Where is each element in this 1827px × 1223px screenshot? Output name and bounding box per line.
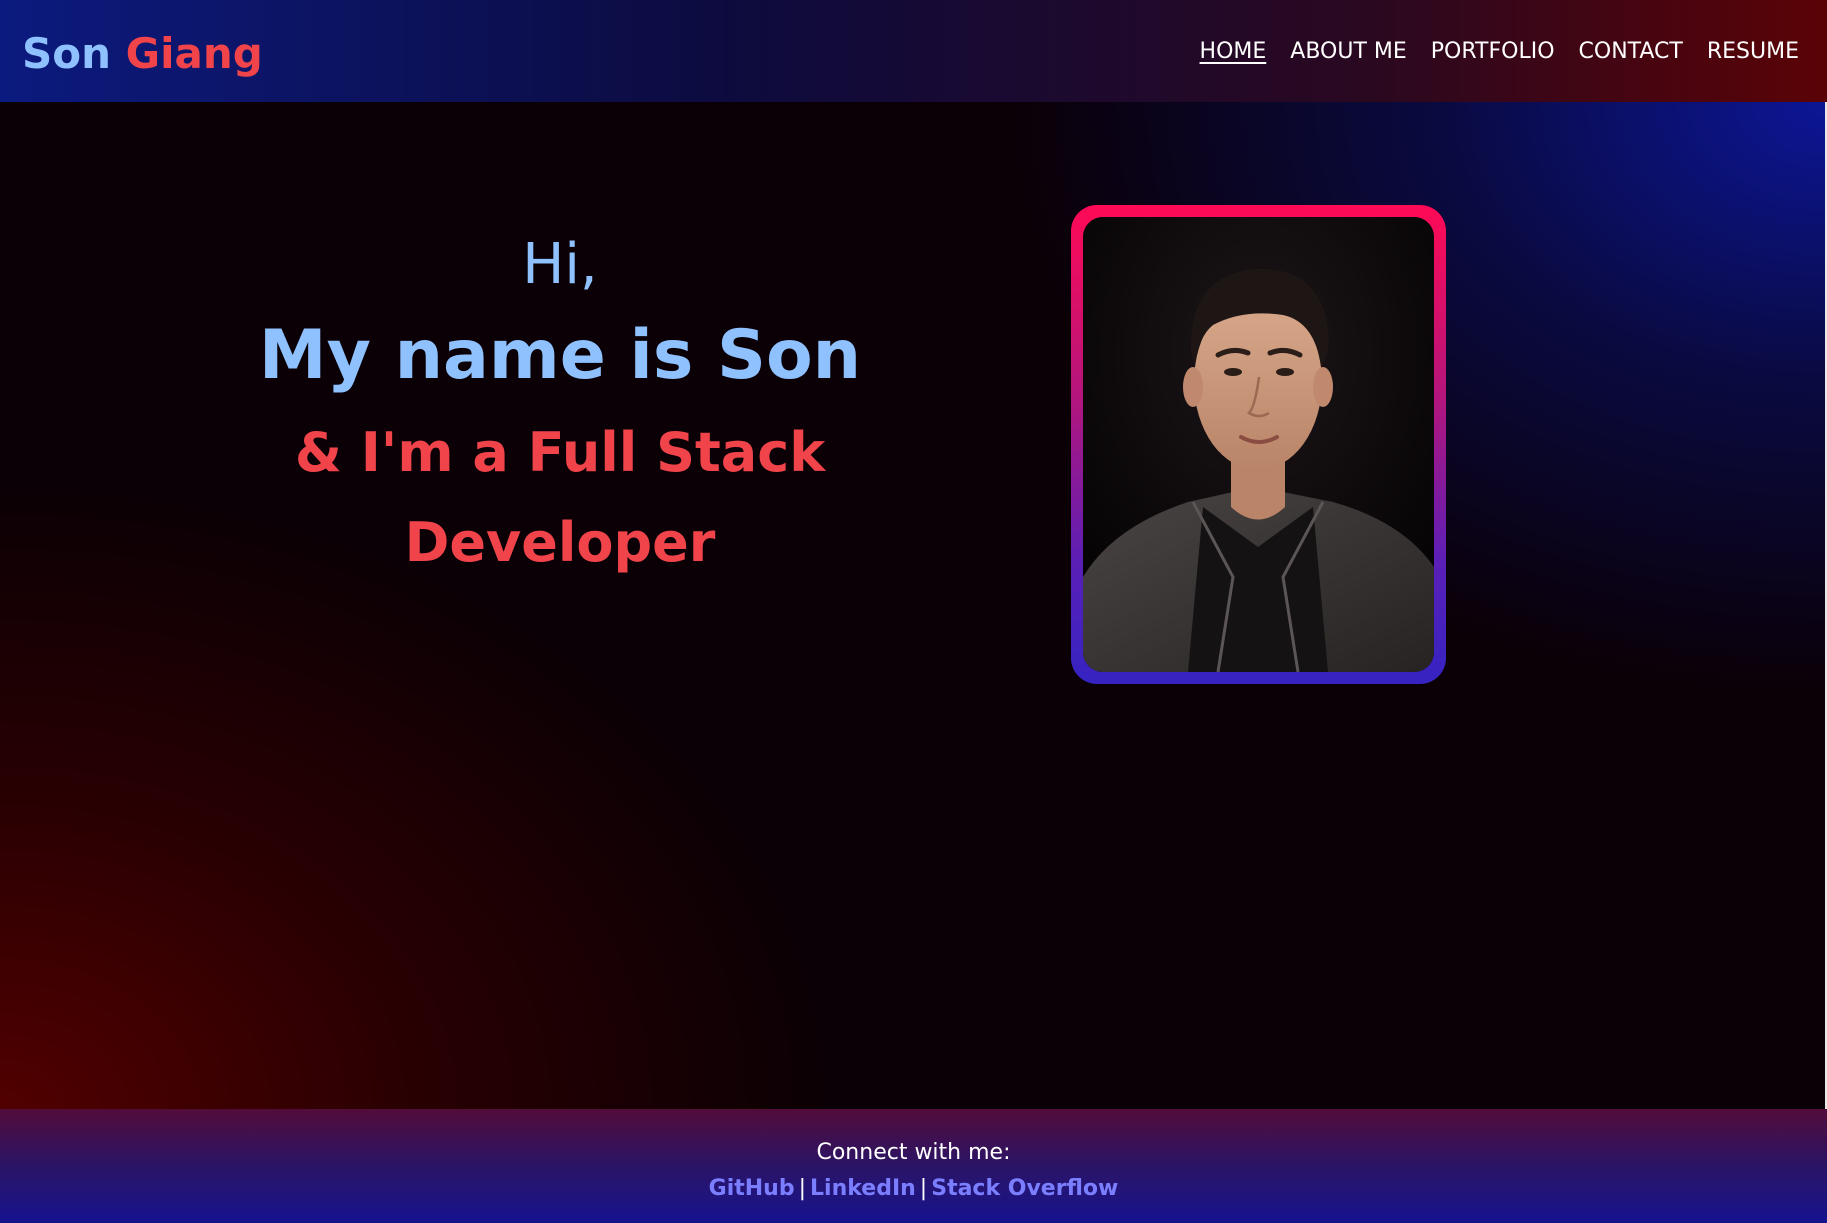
role-heading-line-2: Developer xyxy=(404,511,716,574)
name-heading: My name is Son xyxy=(258,316,862,395)
nav-about-link[interactable]: ABOUT ME xyxy=(1290,36,1407,68)
portrait-illustration xyxy=(1083,217,1434,672)
link-separator: | xyxy=(919,1176,928,1201)
brand-last-name: Giang xyxy=(125,29,263,78)
site-footer: Connect with me: GitHub | LinkedIn | Stack O… xyxy=(0,1109,1827,1223)
connect-label: Connect with me: xyxy=(816,1140,1011,1165)
top-navbar: Son Giang HOME ABOUT ME PORTFOLIO CONTAC… xyxy=(0,0,1827,102)
role-heading-line-1: & I'm a Full Stack xyxy=(294,421,826,484)
github-link[interactable]: GitHub xyxy=(709,1176,795,1201)
nav-contact-link[interactable]: CONTACT xyxy=(1579,36,1683,68)
linkedin-link[interactable]: LinkedIn xyxy=(810,1176,916,1201)
profile-photo xyxy=(1083,217,1434,672)
intro-text: Hi, My name is Son & I'm a Full Stack De… xyxy=(230,232,890,588)
nav-resume-link[interactable]: RESUME xyxy=(1707,36,1799,68)
link-separator: | xyxy=(798,1176,807,1201)
greeting-text: Hi, xyxy=(522,232,598,297)
hero-section: Hi, My name is Son & I'm a Full Stack De… xyxy=(0,102,1827,1109)
profile-photo-frame xyxy=(1071,205,1446,684)
brand-first-name: Son xyxy=(22,29,112,78)
main-nav: HOME ABOUT ME PORTFOLIO CONTACT RESUME xyxy=(1200,36,1799,68)
brand-logo[interactable]: Son Giang xyxy=(22,28,263,80)
nav-portfolio-link[interactable]: PORTFOLIO xyxy=(1431,36,1555,68)
nav-home-link[interactable]: HOME xyxy=(1200,36,1267,68)
social-links: GitHub | LinkedIn | Stack Overflow xyxy=(0,1173,1827,1205)
stackoverflow-link[interactable]: Stack Overflow xyxy=(931,1176,1118,1201)
